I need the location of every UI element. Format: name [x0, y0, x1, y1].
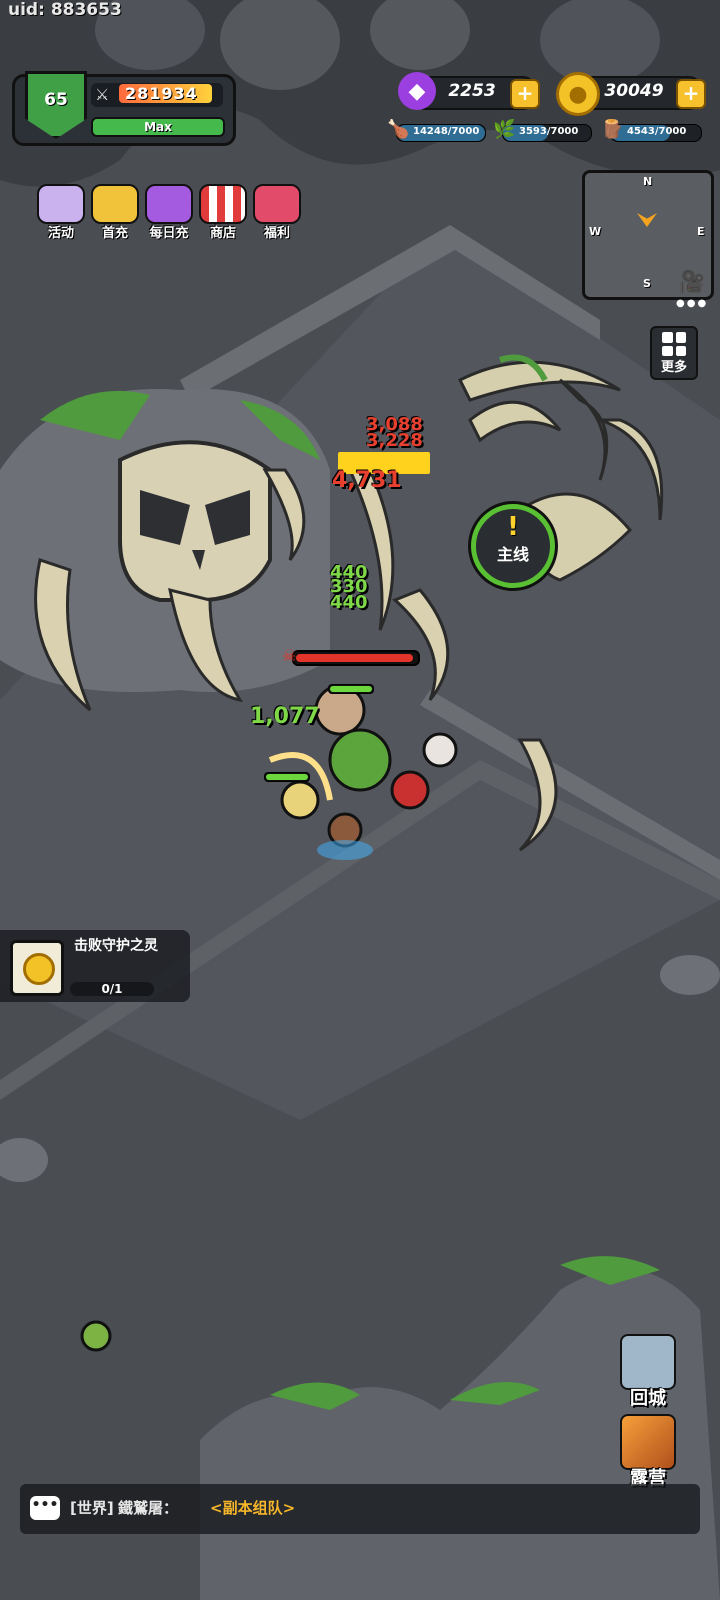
resource-meat-value: 14248/7000: [413, 126, 480, 137]
daily-recharge-button[interactable]: 每日充: [144, 184, 194, 241]
main-quest-label: 主线: [496, 545, 529, 564]
main-quest-marker[interactable]: ! 主线: [471, 504, 555, 588]
add-gold-button[interactable]: +: [676, 79, 706, 109]
resource-wood-value: 4543/7000: [627, 126, 687, 137]
portal-icon: [620, 1334, 676, 1390]
player-location-icon: [637, 213, 657, 227]
compass-south: S: [643, 277, 651, 290]
hero-health-bar: [328, 684, 374, 694]
gold-coin-icon: ●: [556, 72, 600, 116]
enemy-health-bar: ☠: [282, 646, 420, 666]
resource-wood: 🪵 4543/7000: [601, 119, 702, 142]
camera-icon[interactable]: 🎥: [678, 270, 710, 296]
level-badge: 65: [25, 71, 87, 139]
welfare-gift-icon: [253, 184, 301, 224]
quest-objective: 击败守护之灵: [74, 938, 158, 954]
compass-west: W: [589, 225, 602, 238]
gold-coin-icon: [10, 940, 64, 996]
shop-label: 商店: [209, 226, 236, 241]
grid-icon: [662, 332, 686, 356]
more-button[interactable]: 更多: [650, 326, 698, 380]
activity-icon: [37, 184, 85, 224]
shop-button[interactable]: 商店: [198, 184, 248, 241]
skull-icon: ☠: [282, 646, 297, 665]
combat-power: ⚔ 281934: [91, 83, 223, 107]
welfare-button[interactable]: 福利: [252, 184, 302, 241]
exclamation-icon: !: [507, 512, 519, 542]
tent-icon: [620, 1414, 676, 1470]
meat-icon: 🍗: [387, 119, 410, 140]
activity-button[interactable]: 活动: [36, 184, 86, 241]
damage-number: 3,228: [366, 430, 423, 451]
player-level: 65: [44, 90, 68, 110]
quest-progress: 0/1: [70, 982, 154, 996]
welfare-label: 福利: [263, 226, 290, 241]
daily-recharge-icon: [145, 184, 193, 224]
daily-recharge-label: 每日充: [149, 226, 189, 241]
chat-message: <副本组队>: [210, 1499, 296, 1517]
heal-number: 1,077: [250, 704, 320, 729]
chat-channel: [世界]: [70, 1499, 114, 1517]
chat-bubble-icon: •••: [30, 1496, 60, 1520]
gold-amount: 30049: [604, 81, 664, 101]
first-recharge-label: 首充: [101, 226, 128, 241]
damage-number: 4,731: [332, 468, 402, 493]
chat-username: 鐵鷲屠：: [118, 1499, 179, 1517]
quest-tracker[interactable]: 击败守护之灵 0/1: [0, 930, 190, 1002]
return-town-button[interactable]: 回城: [614, 1334, 682, 1410]
shop-icon: [199, 184, 247, 224]
wood-icon: 🪵: [601, 119, 624, 140]
experience-bar: Max: [91, 117, 225, 137]
heal-number: 440: [330, 592, 368, 613]
gem-amount: 2253: [448, 81, 496, 101]
hero-health-bar: [264, 772, 310, 782]
compass-east: E: [697, 225, 705, 238]
first-recharge-icon: [91, 184, 139, 224]
activity-label: 活动: [47, 226, 74, 241]
add-gems-button[interactable]: +: [510, 79, 540, 109]
gold-currency: ● 30049 +: [556, 72, 706, 116]
user-id: uid: 883653: [8, 0, 122, 20]
herb-icon: 🌿: [493, 119, 516, 140]
resource-herb-value: 3593/7000: [519, 126, 579, 137]
player-panel[interactable]: 65 ⚔ 281934 Max: [12, 71, 236, 146]
chat-bar[interactable]: ••• [世界] 鐵鷲屠： <副本组队>: [20, 1484, 700, 1534]
crossed-swords-icon: ⚔: [95, 85, 110, 104]
gem-icon: ◆: [398, 72, 436, 110]
combat-power-value: 281934: [119, 84, 212, 103]
page-dots: ●●●: [676, 298, 709, 309]
camp-button[interactable]: 露营: [614, 1414, 682, 1490]
return-town-label: 回城: [630, 1388, 666, 1409]
more-label: 更多: [660, 360, 687, 375]
gem-currency: ◆ 2253 +: [398, 72, 540, 110]
first-recharge-button[interactable]: 首充: [90, 184, 140, 241]
resource-meat: 🍗 14248/7000: [387, 119, 486, 142]
compass-north: N: [643, 175, 653, 188]
resource-herb: 🌿 3593/7000: [493, 119, 592, 142]
